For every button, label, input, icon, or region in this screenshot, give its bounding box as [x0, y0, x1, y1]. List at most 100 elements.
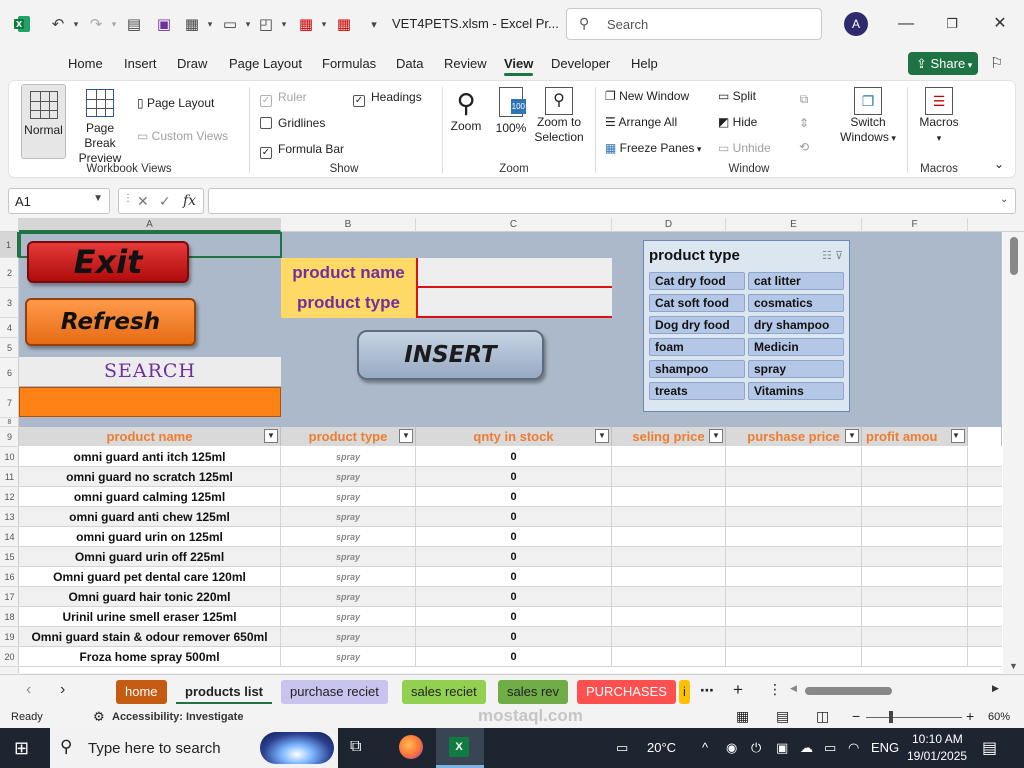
arrange-all-button[interactable]: ☰ Arrange All: [605, 115, 677, 130]
tab-review[interactable]: Review: [444, 56, 487, 71]
slicer-item[interactable]: shampoo: [649, 360, 745, 378]
row-header[interactable]: 5: [0, 338, 19, 358]
selling-price-cell[interactable]: [612, 547, 726, 567]
sheet-tab-sales-reciet[interactable]: sales reciet: [402, 680, 486, 704]
slicer-item[interactable]: Dog dry food: [649, 316, 745, 334]
slicer-item[interactable]: Cat soft food: [649, 294, 745, 312]
sheet-tab-purchases[interactable]: PURCHASES: [577, 680, 676, 704]
row-header[interactable]: 4: [0, 318, 19, 338]
tab-developer[interactable]: Developer: [551, 56, 610, 71]
product-name-cell[interactable]: Omni guard hair tonic 220ml: [19, 587, 281, 607]
column-header-c[interactable]: C: [416, 218, 612, 232]
product-name-cell[interactable]: omni guard anti itch 125ml: [19, 447, 281, 467]
row-header[interactable]: 6: [0, 358, 19, 388]
scroll-tabs-left-icon[interactable]: ‹: [26, 681, 31, 699]
avatar[interactable]: A: [844, 12, 868, 36]
selling-price-cell[interactable]: [612, 487, 726, 507]
product-name-cell[interactable]: Omni guard pet dental care 120ml: [19, 567, 281, 587]
qnty-cell[interactable]: 0: [416, 647, 612, 667]
qnty-cell[interactable]: 0: [416, 627, 612, 647]
tab-page-layout[interactable]: Page Layout: [229, 56, 302, 71]
exit-button[interactable]: Exit: [27, 241, 189, 283]
row-header[interactable]: 8: [0, 418, 19, 427]
purchase-price-cell[interactable]: [726, 567, 862, 587]
table-header-qnty[interactable]: qnty in stock ▼: [416, 427, 612, 446]
hscroll-right-icon[interactable]: ▶: [992, 683, 999, 694]
row-header[interactable]: 15: [0, 547, 19, 567]
selling-price-cell[interactable]: [612, 647, 726, 667]
search-input[interactable]: ⚲ Search: [566, 8, 822, 40]
qnty-cell[interactable]: 0: [416, 607, 612, 627]
feedback-icon[interactable]: ⚐: [990, 54, 1003, 72]
row-header[interactable]: 20: [0, 647, 19, 667]
formula-bar-checkbox[interactable]: ✓ Formula Bar: [260, 142, 344, 159]
notifications-icon[interactable]: ▤: [982, 738, 997, 758]
vertical-scrollbar[interactable]: ▼: [1003, 232, 1024, 673]
qnty-cell[interactable]: 0: [416, 467, 612, 487]
add-sheet-icon[interactable]: +: [733, 680, 743, 700]
profit-cell[interactable]: [862, 567, 968, 587]
purchase-price-cell[interactable]: [726, 627, 862, 647]
product-type-cell[interactable]: spray: [281, 507, 416, 527]
split-button[interactable]: ▭ Split: [718, 89, 756, 104]
wifi-icon[interactable]: ◠: [848, 740, 859, 756]
row-header[interactable]: 17: [0, 587, 19, 607]
qnty-cell[interactable]: 0: [416, 507, 612, 527]
tray-app-icon[interactable]: ⏻: [751, 740, 761, 756]
qnty-cell[interactable]: 0: [416, 567, 612, 587]
slicer-item[interactable]: spray: [748, 360, 844, 378]
product-type-cell[interactable]: spray: [281, 567, 416, 587]
insert-function-icon[interactable]: fx: [183, 193, 196, 209]
product-type-cell[interactable]: spray: [281, 587, 416, 607]
calendar-alt-icon[interactable]: ▦: [332, 12, 356, 36]
table-row[interactable]: Urinil urine smell eraser 125ml spray 0: [19, 607, 1002, 627]
page-break-status-icon[interactable]: ◫: [816, 708, 829, 725]
filter-dropdown-icon[interactable]: ▼: [264, 429, 278, 443]
tray-app-icon[interactable]: ◉: [726, 740, 737, 756]
formula-input[interactable]: [208, 188, 1016, 214]
slicer-item[interactable]: foam: [649, 338, 745, 356]
unhide-button[interactable]: ▭ Unhide: [718, 141, 771, 156]
tab-formulas[interactable]: Formulas: [322, 56, 376, 71]
expand-formula-icon[interactable]: ⌄: [1000, 194, 1008, 205]
zoom-in-icon[interactable]: +: [966, 708, 974, 724]
clock-date[interactable]: 19/01/2025: [907, 749, 967, 763]
zoom-to-selection-button[interactable]: ⚲ Zoom to Selection: [533, 87, 585, 145]
freeze-panes-button[interactable]: ▦ Freeze Panes ▾: [605, 141, 701, 157]
battery-icon[interactable]: ▭: [824, 740, 836, 756]
custom-views-button[interactable]: ▭ Custom Views: [137, 129, 228, 144]
product-name-cell[interactable]: omni guard urin on 125ml: [19, 527, 281, 547]
firefox-icon[interactable]: [399, 735, 423, 759]
onedrive-icon[interactable]: ☁: [800, 740, 813, 756]
column-header-e[interactable]: E: [726, 218, 862, 232]
product-name-cell[interactable]: omni guard anti chew 125ml: [19, 507, 281, 527]
profit-cell[interactable]: [862, 527, 968, 547]
purchase-price-cell[interactable]: [726, 487, 862, 507]
row-header[interactable]: 11: [0, 467, 19, 487]
table-row[interactable]: omni guard urin on 125ml spray 0: [19, 527, 1002, 547]
row-header[interactable]: 12: [0, 487, 19, 507]
selling-price-cell[interactable]: [612, 587, 726, 607]
table-header-product-type[interactable]: product type ▼: [281, 427, 416, 446]
qnty-cell[interactable]: 0: [416, 587, 612, 607]
weather-icon[interactable]: ▭: [616, 740, 628, 756]
filter-dropdown-icon[interactable]: ▼: [951, 429, 965, 443]
share-button[interactable]: ⇪ Share ▾: [908, 52, 978, 75]
table-row[interactable]: Omni guard pet dental care 120ml spray 0: [19, 567, 1002, 587]
purchase-price-cell[interactable]: [726, 527, 862, 547]
scroll-down-icon[interactable]: ▼: [1009, 661, 1018, 671]
selling-price-cell[interactable]: [612, 507, 726, 527]
product-name-cell[interactable]: Omni guard urin off 225ml: [19, 547, 281, 567]
macros-button[interactable]: ☰ Macros ▾: [914, 87, 964, 146]
more-sheets-icon[interactable]: ⋯: [700, 682, 714, 699]
meet-icon[interactable]: ▣: [776, 740, 788, 756]
qnty-cell[interactable]: 0: [416, 487, 612, 507]
selling-price-cell[interactable]: [612, 627, 726, 647]
product-type-cell[interactable]: spray: [281, 607, 416, 627]
sheet-tab-home[interactable]: home: [116, 680, 167, 704]
product-name-cell[interactable]: omni guard calming 125ml: [19, 487, 281, 507]
clear-filter-icon[interactable]: ⊽: [835, 250, 843, 262]
row-header[interactable]: 9: [0, 427, 19, 447]
row-header[interactable]: 10: [0, 447, 19, 467]
zoom-button[interactable]: ⚲ Zoom: [447, 87, 485, 134]
